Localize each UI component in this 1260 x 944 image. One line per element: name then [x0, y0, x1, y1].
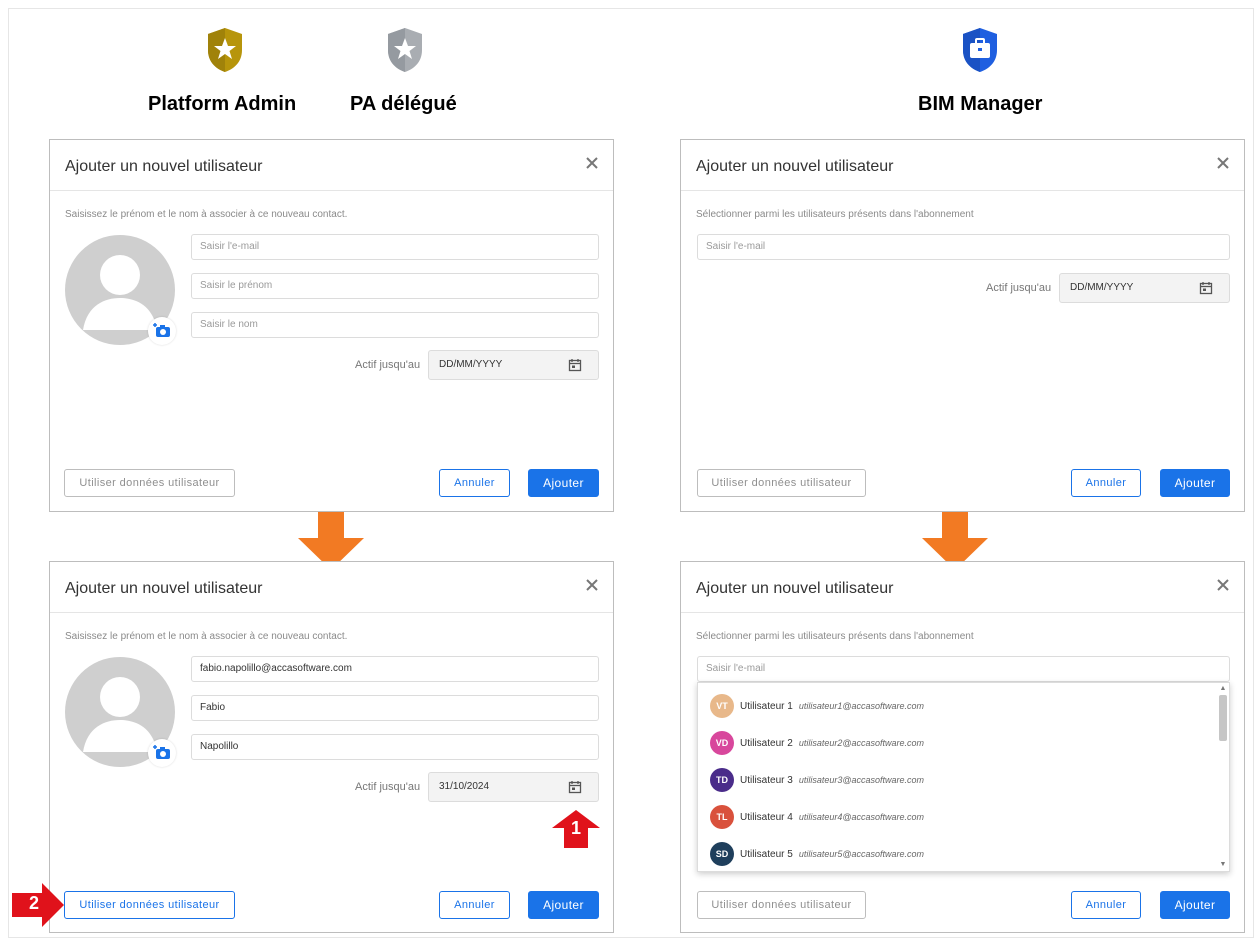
- lastname-field[interactable]: Napolillo: [191, 734, 599, 760]
- active-until-label: Actif jusqu'au: [986, 282, 1052, 294]
- dialog-subtitle: Saisissez le prénom et le nom à associer…: [65, 209, 348, 220]
- avatar: TL: [710, 805, 734, 829]
- user-name: Utilisateur 5: [740, 848, 793, 860]
- close-icon[interactable]: [1212, 152, 1234, 174]
- add-button[interactable]: Ajouter: [528, 469, 599, 497]
- email-field[interactable]: Saisir l'e-mail: [697, 656, 1230, 682]
- lastname-field[interactable]: Saisir le nom: [191, 312, 599, 338]
- dialog-subtitle: Saisissez le prénom et le nom à associer…: [65, 631, 348, 642]
- dialog-title: Ajouter un nouvel utilisateur: [696, 158, 894, 175]
- cancel-button[interactable]: Annuler: [439, 469, 510, 497]
- blue-shield-badge-icon: [963, 28, 997, 72]
- close-icon[interactable]: [581, 152, 603, 174]
- email-field[interactable]: Saisir l'e-mail: [191, 234, 599, 260]
- user-email: utilisateur1@accasoftware.com: [798, 701, 924, 711]
- user-suggestions-dropdown[interactable]: VT Utilisateur 1 utilisateur1@accasoftwa…: [697, 682, 1230, 872]
- avatar: VD: [710, 731, 734, 755]
- header-divider: [681, 190, 1244, 191]
- step-1-number: 1: [570, 818, 581, 838]
- user-name: Utilisateur 3: [740, 774, 793, 786]
- dialog-title: Ajouter un nouvel utilisateur: [696, 580, 894, 597]
- use-user-data-button[interactable]: Utiliser données utilisateur: [697, 891, 866, 919]
- firstname-field[interactable]: Saisir le prénom: [191, 273, 599, 299]
- user-email: utilisateur3@accasoftware.com: [798, 775, 924, 785]
- use-user-data-button[interactable]: Utiliser données utilisateur: [64, 469, 235, 497]
- dialog-subtitle: Sélectionner parmi les utilisateurs prés…: [696, 631, 974, 642]
- calendar-icon[interactable]: [568, 780, 582, 794]
- close-icon[interactable]: [1212, 574, 1234, 596]
- email-field[interactable]: Saisir l'e-mail: [697, 234, 1230, 260]
- dialog-title: Ajouter un nouvel utilisateur: [65, 158, 263, 175]
- firstname-field[interactable]: Fabio: [191, 695, 599, 721]
- header-divider: [50, 612, 613, 613]
- user-name: Utilisateur 1: [740, 700, 793, 712]
- role-pa-delegue: PA délégué: [350, 93, 457, 115]
- role-platform-admin: Platform Admin: [148, 93, 297, 115]
- user-email: utilisateur4@accasoftware.com: [798, 812, 924, 822]
- avatar: SD: [710, 842, 734, 866]
- calendar-icon[interactable]: [1199, 281, 1213, 295]
- add-photo-camera-icon[interactable]: [148, 739, 176, 767]
- date-value: DD/MM/YYYY: [1070, 282, 1134, 293]
- header-divider: [681, 612, 1244, 613]
- user-name: Utilisateur 2: [740, 737, 793, 749]
- scroll-down-icon[interactable]: ▼: [1219, 861, 1227, 869]
- add-button[interactable]: Ajouter: [1160, 891, 1230, 919]
- list-item[interactable]: TL Utilisateur 4 utilisateur4@accasoftwa…: [710, 805, 924, 829]
- avatar: VT: [710, 694, 734, 718]
- cancel-button[interactable]: Annuler: [1071, 891, 1141, 919]
- role-bim-manager: BIM Manager: [918, 93, 1043, 115]
- silver-shield-badge-icon: [388, 28, 422, 72]
- email-field[interactable]: fabio.napolillo@accasoftware.com: [191, 656, 599, 682]
- calendar-icon[interactable]: [568, 358, 582, 372]
- user-email: utilisateur5@accasoftware.com: [798, 849, 924, 859]
- add-photo-camera-icon[interactable]: [148, 317, 176, 345]
- active-until-date-field[interactable]: DD/MM/YYYY: [1059, 273, 1230, 303]
- list-item[interactable]: VT Utilisateur 1 utilisateur1@accasoftwa…: [710, 694, 924, 718]
- avatar: TD: [710, 768, 734, 792]
- date-value: DD/MM/YYYY: [439, 359, 503, 370]
- cancel-button[interactable]: Annuler: [439, 891, 510, 919]
- header-divider: [50, 190, 613, 191]
- add-user-dialog-bim-dropdown: Ajouter un nouvel utilisateur Sélectionn…: [680, 561, 1245, 933]
- add-user-dialog-admin-empty: Ajouter un nouvel utilisateur Saisissez …: [49, 139, 614, 512]
- active-until-label: Actif jusqu'au: [355, 781, 421, 793]
- add-button[interactable]: Ajouter: [528, 891, 599, 919]
- scrollbar-thumb[interactable]: [1219, 695, 1227, 741]
- step-2-number: 2: [28, 893, 39, 913]
- use-user-data-button[interactable]: Utiliser données utilisateur: [697, 469, 866, 497]
- add-user-dialog-bim-empty: Ajouter un nouvel utilisateur Sélectionn…: [680, 139, 1245, 512]
- list-item[interactable]: VD Utilisateur 2 utilisateur2@accasoftwa…: [710, 731, 924, 755]
- active-until-date-field[interactable]: 31/10/2024: [428, 772, 599, 802]
- user-email: utilisateur2@accasoftware.com: [798, 738, 924, 748]
- gold-shield-badge-icon: [208, 28, 242, 72]
- active-until-label: Actif jusqu'au: [355, 359, 421, 371]
- add-button[interactable]: Ajouter: [1160, 469, 1230, 497]
- use-user-data-button[interactable]: Utiliser données utilisateur: [64, 891, 235, 919]
- list-item[interactable]: TD Utilisateur 3 utilisateur3@accasoftwa…: [710, 768, 924, 792]
- cancel-button[interactable]: Annuler: [1071, 469, 1141, 497]
- user-name: Utilisateur 4: [740, 811, 793, 823]
- active-until-date-field[interactable]: DD/MM/YYYY: [428, 350, 599, 380]
- dialog-title: Ajouter un nouvel utilisateur: [65, 580, 263, 597]
- date-value: 31/10/2024: [439, 781, 490, 792]
- list-item[interactable]: SD Utilisateur 5 utilisateur5@accasoftwa…: [710, 842, 924, 866]
- add-user-dialog-admin-filled: Ajouter un nouvel utilisateur Saisissez …: [49, 561, 614, 933]
- scroll-up-icon[interactable]: ▲: [1219, 685, 1227, 693]
- close-icon[interactable]: [581, 574, 603, 596]
- dialog-subtitle: Sélectionner parmi les utilisateurs prés…: [696, 209, 974, 220]
